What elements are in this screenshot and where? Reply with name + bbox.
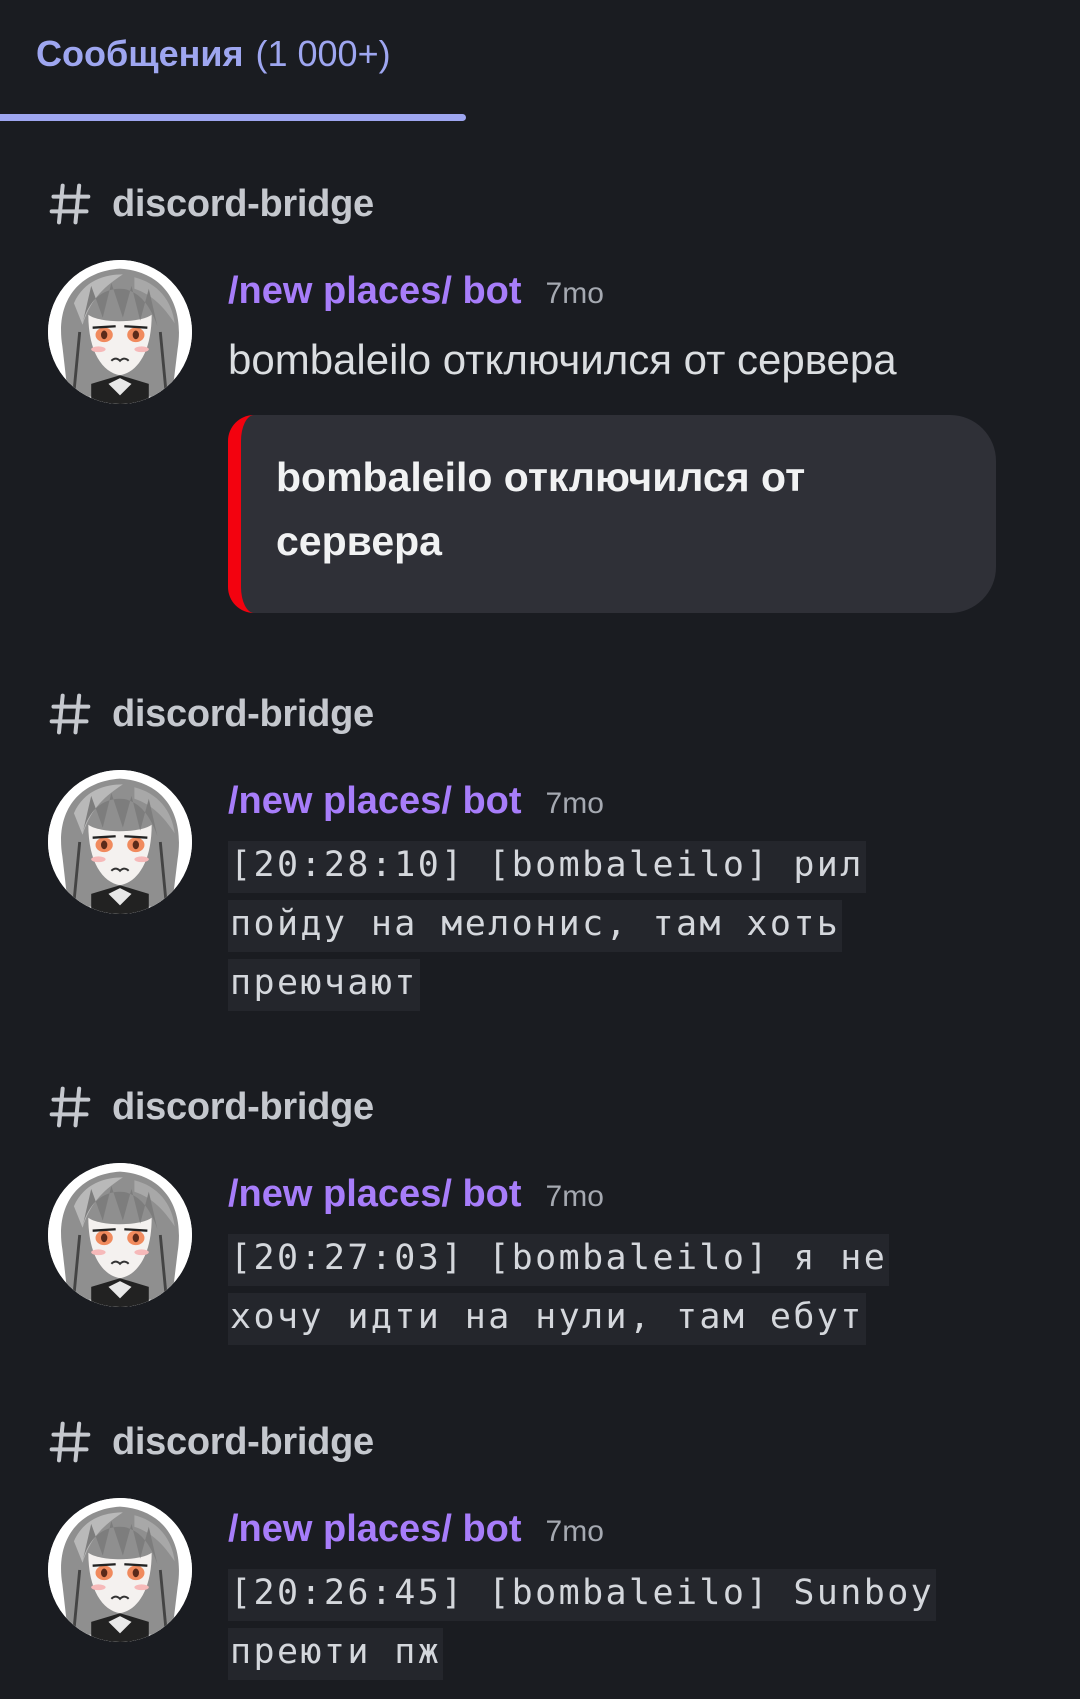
hash-icon [49,1086,91,1128]
avatar[interactable] [48,1163,192,1307]
channel-name: discord-bridge [112,692,374,735]
channel-link[interactable]: discord-bridge [48,690,374,738]
anime-avatar-icon [48,260,192,404]
message-text: bombaleilo отключился от сервера [228,336,897,383]
channel-link[interactable]: discord-bridge [48,180,374,228]
tab-messages[interactable]: Сообщения (1 000+) [0,0,466,122]
message-code-block: [20:26:45] [bombaleilo] Sunboy преюти пж [228,1564,988,1682]
code-text: [20:28:10] [bombaleilo] рил пойду на мел… [228,841,866,1011]
tab-messages-label: Сообщения (1 000+) [36,30,391,78]
anime-avatar-icon [48,1163,192,1307]
message-header: /new places/ bot 7mo [228,780,604,828]
message-header: /new places/ bot 7mo [228,1508,604,1556]
author-name[interactable]: /new places/ bot [228,780,522,823]
avatar[interactable] [48,770,192,914]
hash-icon [49,693,91,735]
author-name[interactable]: /new places/ bot [228,270,522,313]
message-code-block: [20:27:03] [bombaleilo] я не хочу идти н… [228,1229,988,1347]
embed-title: bombaleilo отключился от сервера [276,454,806,564]
hash-icon [49,183,91,225]
channel-link[interactable]: discord-bridge [48,1418,374,1466]
tab-bar: Сообщения (1 000+) [0,0,1080,122]
anime-avatar-icon [48,770,192,914]
channel-name: discord-bridge [112,1420,374,1463]
tab-messages-count: (1 000+) [255,33,391,74]
message-header: /new places/ bot 7mo [228,1173,604,1221]
author-name[interactable]: /new places/ bot [228,1173,522,1216]
message-timestamp: 7mo [545,1180,604,1213]
channel-name: discord-bridge [112,1085,374,1128]
avatar[interactable] [48,260,192,404]
anime-avatar-icon [48,1498,192,1642]
hash-icon [49,1421,91,1463]
code-text: [20:27:03] [bombaleilo] я не хочу идти н… [228,1234,890,1345]
channel-link[interactable]: discord-bridge [48,1083,374,1131]
tab-active-indicator [0,114,466,121]
author-name[interactable]: /new places/ bot [228,1508,522,1551]
tab-messages-title: Сообщения [36,33,244,74]
message-timestamp: 7mo [545,1515,604,1548]
code-text: [20:26:45] [bombaleilo] Sunboy преюти пж [228,1569,937,1680]
avatar[interactable] [48,1498,192,1642]
message-timestamp: 7mo [545,787,604,820]
message-header: /new places/ bot 7mo [228,270,604,318]
message-timestamp: 7mo [545,277,604,310]
message-embed: bombaleilo отключился от сервера [228,415,996,613]
message-code-block: [20:28:10] [bombaleilo] рил пойду на мел… [228,836,988,1013]
channel-name: discord-bridge [112,182,374,225]
